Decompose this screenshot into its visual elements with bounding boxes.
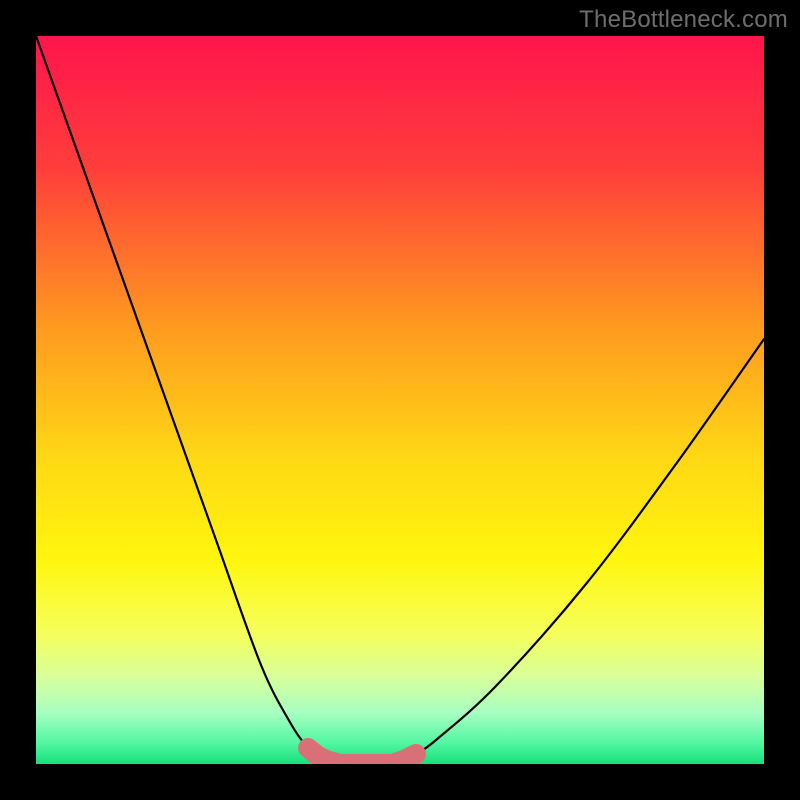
- watermark-text: TheBottleneck.com: [579, 6, 788, 34]
- gradient-background: [36, 36, 764, 764]
- bottleneck-chart-svg: [36, 36, 764, 764]
- chart-frame: TheBottleneck.com: [0, 0, 800, 800]
- plot-area: [36, 36, 764, 764]
